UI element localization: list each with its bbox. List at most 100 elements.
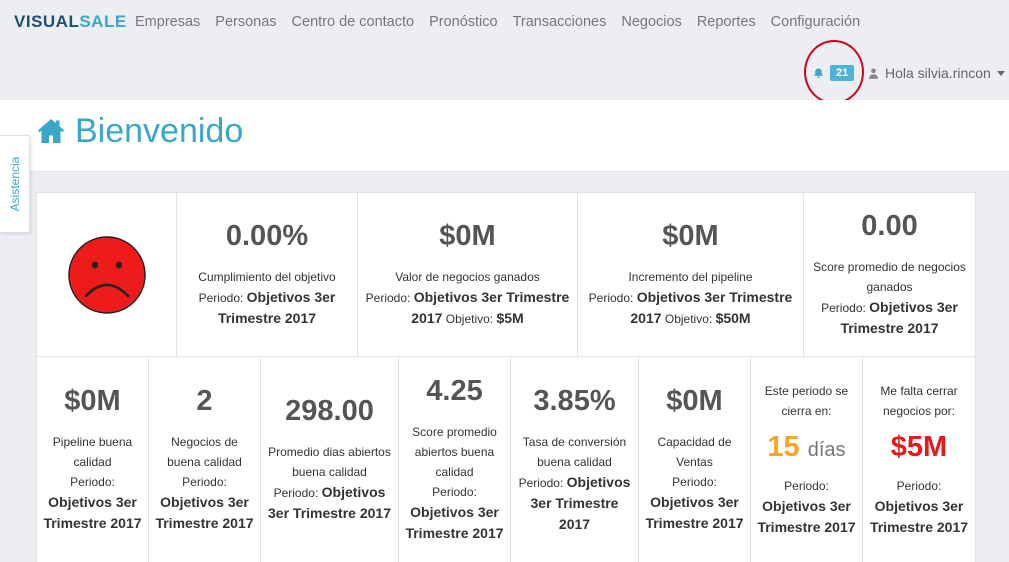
- kpi-negocios-calidad: 2 Negocios de buena calidad Periodo: Obj…: [149, 357, 261, 562]
- nav-empresas[interactable]: Empresas: [135, 14, 200, 30]
- period-prefix: Periodo:: [896, 479, 942, 493]
- kpi-period: Periodo: Objetivos 3er Trimestre 2017: [517, 472, 632, 535]
- kpi-period: Periodo: Objetivos 3er Trimestre 2017: [757, 476, 856, 538]
- kpi-value: $0M: [439, 220, 496, 252]
- main-nav: Empresas Personas Centro de contacto Pro…: [135, 14, 875, 30]
- nav-centro-contacto[interactable]: Centro de contacto: [292, 14, 415, 30]
- kpi-period: Periodo: Objetivos 3er Trimestre 2017: [810, 297, 969, 339]
- kpi-valor-ganados: $0M Valor de negocios ganados Periodo: O…: [358, 193, 578, 356]
- assistance-tab[interactable]: Asistencia: [0, 135, 30, 233]
- goal-value: $5M: [496, 310, 524, 326]
- kpi-incremento-pipeline: $0M Incremento del pipeline Periodo: Obj…: [578, 193, 804, 356]
- period-name: Objetivos 3er Trimestre 2017: [43, 494, 142, 531]
- sad-face-icon: [67, 235, 146, 314]
- kpi-tasa-conversion: 3.85% Tasa de conversión buena calidad P…: [511, 357, 639, 562]
- nav-negocios[interactable]: Negocios: [621, 14, 681, 30]
- kpi-value: $0M: [666, 385, 723, 417]
- notifications-button[interactable]: 21: [813, 65, 855, 81]
- kpi-value: 15 días: [767, 431, 845, 464]
- period-name: Objetivos 3er Trimestre 2017: [630, 289, 793, 326]
- period-prefix: Periodo:: [432, 485, 477, 499]
- kpi-label: Me falta cerrar negocios por:: [880, 384, 958, 418]
- kpi-label: Pipeline buena calidad: [52, 435, 133, 469]
- days-unit: días: [807, 439, 846, 461]
- kpi-value: 3.85%: [533, 384, 616, 417]
- days-value: 15: [767, 431, 800, 463]
- period-prefix: Periodo:: [821, 301, 866, 315]
- kpi-value: $0M: [662, 220, 719, 252]
- kpi-label: Cumplimiento del objetivo: [198, 270, 336, 284]
- kpi-grid: 0.00% Cumplimiento del objetivo Periodo:…: [36, 192, 976, 562]
- period-prefix: Periodo:: [198, 291, 244, 305]
- page-title: Bienvenido: [75, 112, 244, 150]
- kpi-score-abiertos: 4.25 Score promedio abiertos buena calid…: [399, 357, 511, 562]
- kpi-period: Periodo: Objetivos 3er Trimestre 2017: [267, 482, 392, 524]
- period-prefix: Periodo:: [784, 479, 829, 493]
- nav-pronostico[interactable]: Pronóstico: [429, 14, 498, 30]
- kpi-value: $5M: [890, 431, 948, 463]
- user-menu[interactable]: Hola silvia.rincon: [869, 65, 1005, 81]
- kpi-value: 2: [196, 385, 213, 417]
- kpi-label: Incremento del pipeline: [628, 270, 753, 284]
- top-bar: VISUALSALE Empresas Personas Centro de c…: [0, 0, 1009, 104]
- kpi-label: Promedio dias abiertos buena calidad: [268, 445, 391, 479]
- kpi-cumplimiento: 0.00% Cumplimiento del objetivo Periodo:…: [177, 193, 358, 356]
- period-name: Objetivos 3er Trimestre 2017: [155, 494, 254, 531]
- kpi-value: 4.25: [426, 375, 483, 407]
- user-greeting: Hola silvia.rincon: [885, 65, 991, 81]
- period-name: Objetivos 3er Trimestre 2017: [645, 494, 744, 531]
- period-prefix: Periodo:: [182, 475, 227, 489]
- kpi-label: Valor de negocios ganados: [395, 270, 540, 284]
- kpi-label: Capacidad de Ventas: [657, 435, 732, 469]
- nav-transacciones[interactable]: Transacciones: [513, 14, 607, 30]
- kpi-period: Periodo: Objetivos 3er Trimestre 2017: [43, 472, 142, 534]
- period-prefix: Periodo:: [273, 486, 319, 500]
- period-prefix: Periodo:: [518, 475, 564, 490]
- kpi-pipeline-calidad: $0M Pipeline buena calidad Periodo: Obje…: [37, 357, 149, 562]
- home-icon: [38, 119, 64, 143]
- logo-part-1: V: [14, 12, 26, 31]
- kpi-label: Negocios de buena calidad: [167, 435, 242, 469]
- period-name: Objetivos 3er Trimestre 2017: [869, 498, 969, 535]
- kpi-row-2: $0M Pipeline buena calidad Periodo: Obje…: [36, 357, 976, 562]
- kpi-falta-cerrar: Me falta cerrar negocios por: $5M Period…: [863, 357, 975, 562]
- notification-count-badge: 21: [830, 65, 855, 81]
- kpi-capacidad-ventas: $0M Capacidad de Ventas Periodo: Objetiv…: [639, 357, 751, 562]
- kpi-label: Score promedio de negocios ganados: [813, 260, 966, 294]
- kpi-row-1: 0.00% Cumplimiento del objetivo Periodo:…: [36, 192, 976, 357]
- assistance-tab-label: Asistencia: [7, 156, 22, 212]
- logo-part-2: ISUAL: [25, 12, 80, 31]
- kpi-value: 0.00%: [225, 220, 309, 252]
- kpi-period: Periodo: Objetivos 3er Trimestre 2017 Ob…: [584, 287, 797, 329]
- kpi-label: Este periodo se cierra en:: [764, 384, 849, 418]
- kpi-period: Periodo: Objetivos 3er Trimestre 2017: [645, 472, 744, 534]
- nav-reportes[interactable]: Reportes: [697, 14, 756, 30]
- kpi-value: 0.00: [861, 210, 918, 242]
- period-prefix: Periodo:: [70, 475, 115, 489]
- chevron-down-icon: [996, 70, 1005, 76]
- period-prefix: Periodo:: [365, 291, 411, 305]
- nav-configuracion[interactable]: Configuración: [771, 14, 860, 30]
- kpi-value: 298.00: [285, 395, 374, 427]
- kpi-dias-abiertos: 298.00 Promedio dias abiertos buena cali…: [261, 357, 399, 562]
- status-cell: [37, 193, 177, 356]
- nav-personas[interactable]: Personas: [215, 14, 276, 30]
- kpi-period: Periodo: Objetivos 3er Trimestre 2017 Ob…: [364, 287, 571, 329]
- bell-icon: [813, 67, 824, 78]
- kpi-period: Periodo: Objetivos 3er Trimestre 2017: [869, 476, 969, 538]
- kpi-label: Tasa de conversión buena calidad: [522, 434, 627, 469]
- logo-part-3: SALE: [79, 12, 127, 31]
- kpi-value: $0M: [64, 385, 121, 417]
- kpi-period: Periodo: Objetivos 3er Trimestre 2017: [155, 472, 254, 534]
- period-prefix: Periodo:: [672, 475, 717, 489]
- kpi-cierre-periodo: Este periodo se cierra en: 15 días Perio…: [751, 357, 863, 562]
- period-name: Objetivos 3er Trimestre 2017: [757, 498, 856, 535]
- kpi-period: Periodo: Objetivos 3er Trimestre 2017: [183, 287, 351, 329]
- logo[interactable]: VISUALSALE: [14, 12, 127, 32]
- period-name: Objetivos 3er Trimestre 2017: [405, 504, 504, 541]
- period-prefix: Periodo:: [588, 291, 634, 305]
- kpi-period: Periodo: Objetivos 3er Trimestre 2017: [405, 482, 504, 544]
- kpi-score-ganados: 0.00 Score promedio de negocios ganados …: [804, 193, 975, 356]
- kpi-label: Score promedio abiertos buena calidad: [412, 425, 497, 479]
- goal-prefix: Objetivo:: [445, 312, 494, 326]
